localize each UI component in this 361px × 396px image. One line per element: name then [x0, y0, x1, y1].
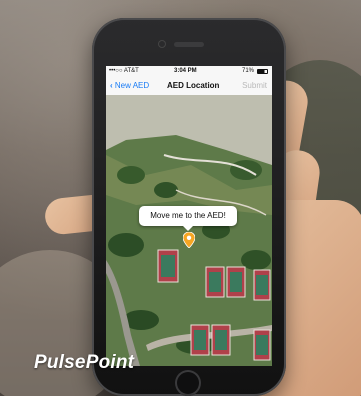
- chevron-left-icon: ‹: [110, 81, 113, 90]
- earpiece-speaker: [174, 42, 204, 47]
- battery-percent: 71%: [241, 68, 254, 74]
- background-scene: •••○○ AT&T 3:04 PM 71% ‹ New AED AED Loc…: [0, 0, 361, 396]
- status-bar: •••○○ AT&T 3:04 PM 71%: [106, 66, 272, 77]
- page-title: AED Location: [167, 81, 220, 90]
- pulsepoint-logo: PulsePoint: [34, 352, 135, 373]
- map-callout: Move me to the AED!: [139, 206, 237, 231]
- back-button[interactable]: ‹ New AED: [110, 81, 149, 90]
- back-button-label: New AED: [114, 81, 150, 90]
- submit-button[interactable]: Submit: [242, 81, 267, 90]
- map-pin-icon[interactable]: [183, 232, 195, 248]
- satellite-map[interactable]: Move me to the AED!: [106, 95, 272, 366]
- phone-screen: •••○○ AT&T 3:04 PM 71% ‹ New AED AED Loc…: [106, 66, 272, 366]
- iphone: •••○○ AT&T 3:04 PM 71% ‹ New AED AED Loc…: [92, 18, 286, 396]
- status-time: 3:04 PM: [174, 68, 197, 74]
- front-camera: [158, 40, 166, 48]
- home-button[interactable]: [175, 370, 201, 396]
- carrier-label: •••○○ AT&T: [109, 68, 139, 74]
- navigation-bar: ‹ New AED AED Location Submit: [106, 77, 272, 96]
- battery-icon: [257, 69, 268, 74]
